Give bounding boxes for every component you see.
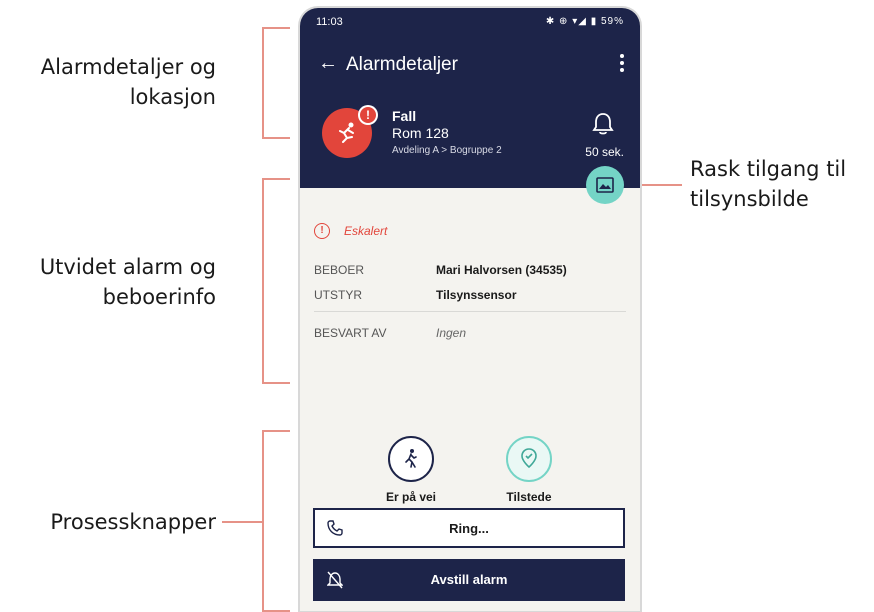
divider (314, 311, 626, 312)
alarm-badge: ! (358, 105, 378, 125)
bracket-process-buttons (262, 430, 290, 612)
annotation-alarm-details-line2: lokasjon (129, 85, 216, 109)
annotation-extended-info: Utvidet alarm og beboerinfo (0, 252, 216, 312)
detail-label: BEBOER (314, 263, 365, 277)
image-icon (596, 177, 614, 193)
annotation-extended-line2: beboerinfo (102, 285, 216, 309)
reset-alarm-label: Avstill alarm (430, 572, 508, 587)
elapsed-time: 50 sek. (585, 145, 624, 159)
annotation-quick-access: Rask tilgang til tilsynsbilde (690, 154, 874, 214)
annotation-alarm-details-line1: Alarmdetaljer og (40, 55, 216, 79)
reset-alarm-button[interactable]: Avstill alarm (313, 559, 625, 601)
annotation-extended-line1: Utvidet alarm og (39, 255, 216, 279)
escalated-label: Eskalert (344, 224, 388, 238)
alarm-badge-text: ! (360, 107, 376, 123)
detail-label: UTSTYR (314, 288, 362, 302)
detail-value: Mari Halvorsen (34535) (436, 263, 567, 277)
status-bar: 11:03 ✱ ⊕ ▾◢ ▮ 59% (316, 16, 624, 32)
annotation-quick-access-line1: Rask tilgang til (690, 157, 847, 181)
falling-person-icon (339, 122, 354, 143)
call-button[interactable]: Ring... (313, 508, 625, 548)
detail-value: Ingen (436, 326, 467, 340)
status-icons: ✱ ⊕ ▾◢ ▮ 59% (545, 16, 624, 27)
present-label: Tilstede (506, 490, 552, 504)
on-the-way-button[interactable]: Er på vei (371, 436, 451, 506)
alarm-type: Fall (392, 108, 417, 124)
annotation-quick-access-line2: tilsynsbilde (690, 187, 809, 211)
bracket-alarm-details (262, 27, 290, 139)
detail-label: BESVART AV (314, 326, 387, 340)
connector-process-buttons (222, 521, 262, 523)
on-the-way-label: Er på vei (385, 490, 437, 504)
detail-row-resident: BEBOER Mari Halvorsen (34535) (314, 263, 626, 283)
annotation-process-buttons-text: Prosessknapper (50, 510, 216, 534)
alarm-room: Rom 128 (392, 125, 449, 141)
warning-icon: ! (314, 223, 330, 239)
present-button[interactable]: Tilstede (489, 436, 569, 506)
call-button-label: Ring... (449, 521, 489, 536)
alarm-location: Avdeling A > Bogruppe 2 (392, 145, 502, 156)
annotation-process-buttons: Prosessknapper (0, 507, 216, 537)
location-pin-icon (506, 436, 552, 482)
bell-icon (592, 112, 614, 141)
app-header: 11:03 ✱ ⊕ ▾◢ ▮ 59% ← Alarmdetaljer ! Fal… (300, 8, 640, 188)
detail-row-equipment: UTSTYR Tilsynssensor (314, 288, 626, 308)
annotation-alarm-details: Alarmdetaljer og lokasjon (0, 52, 216, 112)
more-vertical-icon[interactable] (618, 52, 626, 76)
phone-screen: 11:03 ✱ ⊕ ▾◢ ▮ 59% ← Alarmdetaljer ! Fal… (300, 8, 640, 611)
arrow-left-icon[interactable]: ← (318, 52, 338, 75)
detail-value: Tilsynssensor (436, 288, 517, 302)
status-time: 11:03 (316, 16, 343, 28)
page-title: Alarmdetaljer (346, 54, 458, 75)
view-image-button[interactable] (586, 166, 624, 204)
bracket-extended-info (262, 178, 290, 384)
walking-person-icon (388, 436, 434, 482)
detail-row-answered-by: BESVART AV Ingen (314, 326, 626, 346)
